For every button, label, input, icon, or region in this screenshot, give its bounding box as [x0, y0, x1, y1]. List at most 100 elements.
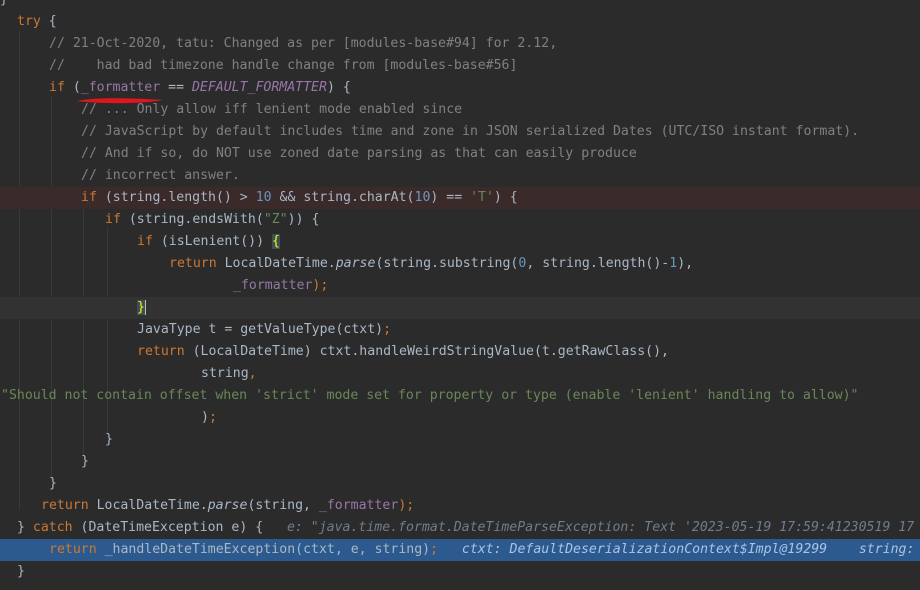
code-token: } [137, 300, 145, 315]
code-text: JavaType t = getValueType(ctxt); [137, 319, 391, 341]
code-token: ) [201, 410, 209, 425]
code-token: (LocalDateTime) ctxt.handleWeirdStringVa… [184, 344, 669, 359]
code-token: (DateTimeException e) { [72, 520, 287, 535]
code-token: } [81, 454, 89, 469]
code-token: // JavaScript by default includes time a… [81, 124, 860, 139]
code-token: ) { [493, 190, 518, 205]
code-text: } [17, 561, 25, 583]
code-token: (string.substring( [375, 256, 519, 271]
code-line[interactable]: } [0, 451, 920, 473]
code-text: return LocalDateTime.parse(string.substr… [169, 253, 693, 275]
code-text: return _handleDateTimeException(ctxt, e,… [49, 539, 914, 561]
code-token: "Z" [263, 212, 288, 227]
code-line[interactable]: return LocalDateTime.parse(string, _form… [0, 495, 920, 517]
code-token: try [17, 14, 41, 29]
code-token: if [49, 80, 65, 95]
debug-inline-value: ctxt: DefaultDeserializationContext$Impl… [438, 542, 915, 557]
code-text: // JavaScript by default includes time a… [81, 121, 859, 143]
code-text: if (string.length() > 10 && string.charA… [81, 187, 518, 209]
code-line[interactable]: } catch (DateTimeException e) { e: "java… [0, 517, 920, 539]
code-text: } [49, 473, 57, 495]
code-token: if [81, 190, 97, 205]
code-text: if (string.endsWith("Z")) { [105, 209, 319, 231]
code-line[interactable]: if (isLenient()) { [0, 231, 920, 253]
code-token: , [248, 366, 257, 381]
code-line[interactable]: return LocalDateTime.parse(string.substr… [0, 253, 920, 275]
code-token: } [17, 564, 25, 579]
code-text: } [81, 451, 89, 473]
code-line[interactable]: "Should not contain offset when 'strict'… [0, 385, 920, 407]
code-token: && string.charAt( [271, 190, 415, 205]
code-line[interactable]: // JavaScript by default includes time a… [0, 121, 920, 143]
code-text: ); [201, 407, 217, 429]
code-token: } [17, 520, 33, 535]
code-token: _formatter [233, 278, 313, 293]
code-token: , string.length()- [526, 256, 670, 271]
code-token: { [271, 234, 280, 249]
code-token: LocalDateTime. [216, 256, 336, 271]
code-token: // had bad timezone handle change from [… [49, 58, 518, 73]
text-caret [144, 299, 146, 315]
code-token: ), [677, 256, 694, 271]
code-line[interactable]: // And if so, do NOT use zoned date pars… [0, 143, 920, 165]
code-token: return [169, 256, 217, 271]
code-text: return LocalDateTime.parse(string, _form… [41, 495, 414, 517]
code-line[interactable]: return (LocalDateTime) ctxt.handleWeirdS… [0, 341, 920, 363]
code-line[interactable]: // had bad timezone handle change from [… [0, 55, 920, 77]
code-token: return [41, 498, 89, 513]
code-token: ; [208, 410, 217, 425]
code-line[interactable]: } [0, 473, 920, 495]
code-line[interactable]: // 21-Oct-2020, tatu: Changed as per [mo… [0, 33, 920, 55]
code-line[interactable]: // incorrect answer. [0, 165, 920, 187]
code-token: ; [383, 322, 392, 337]
current-execution-line[interactable]: return _handleDateTimeException(ctxt, e,… [0, 539, 920, 561]
breakpoint-line[interactable]: if (string.length() > 10 && string.charA… [0, 187, 920, 209]
code-token: parse [207, 498, 248, 513]
code-text: // had bad timezone handle change from [… [49, 55, 517, 77]
code-token: ; [430, 542, 439, 557]
code-token: (string, [247, 498, 319, 513]
code-token: } [49, 476, 57, 491]
code-text: if (isLenient()) { [137, 231, 280, 253]
code-token: JavaType t = getValueType(ctxt) [137, 322, 384, 337]
code-token: (string.length() > [96, 190, 256, 205]
code-token: ) { [326, 80, 351, 95]
code-line[interactable]: if (string.endsWith("Z")) { [0, 209, 920, 231]
code-token: ) == [430, 190, 471, 205]
code-token: (isLenient()) [152, 234, 272, 249]
code-token: 1 [669, 256, 678, 271]
code-token: ); [398, 498, 415, 513]
code-token: if [105, 212, 121, 227]
code-line[interactable]: } [0, 561, 920, 583]
code-token: // 21-Oct-2020, tatu: Changed as per [mo… [49, 36, 558, 51]
code-line[interactable]: } [0, 0, 920, 11]
code-line[interactable]: } [0, 297, 920, 319]
code-text: } [105, 429, 113, 451]
code-token: ( [64, 80, 81, 95]
code-token: "Should not contain offset when 'strict'… [1, 388, 859, 403]
code-editor[interactable]: } try {// 21-Oct-2020, tatu: Changed as p… [0, 0, 920, 590]
code-text: // incorrect answer. [81, 165, 240, 187]
code-line[interactable]: JavaType t = getValueType(ctxt); [0, 319, 920, 341]
code-text: _formatter); [233, 275, 328, 297]
code-token: 10 [414, 190, 431, 205]
code-token: (string.endsWith( [120, 212, 264, 227]
code-line[interactable]: try { [0, 11, 920, 33]
code-text: try { [17, 11, 57, 33]
code-text: "Should not contain offset when 'strict'… [1, 385, 858, 407]
code-line[interactable]: ); [0, 407, 920, 429]
code-token: if [137, 234, 153, 249]
code-text: return (LocalDateTime) ctxt.handleWeirdS… [137, 341, 669, 363]
code-line[interactable]: _formatter); [0, 275, 920, 297]
code-token: { [40, 14, 57, 29]
code-text: } catch (DateTimeException e) { e: "java… [17, 517, 914, 539]
code-token: == [160, 80, 192, 95]
code-text: } [137, 297, 146, 319]
code-line[interactable]: string, [0, 363, 920, 385]
code-token: return [137, 344, 185, 359]
red-underline-marker [77, 98, 163, 104]
code-token: DEFAULT_FORMATTER [191, 80, 327, 95]
code-token: _formatter [80, 80, 161, 95]
code-token: string [201, 366, 249, 381]
code-line[interactable]: } [0, 429, 920, 451]
